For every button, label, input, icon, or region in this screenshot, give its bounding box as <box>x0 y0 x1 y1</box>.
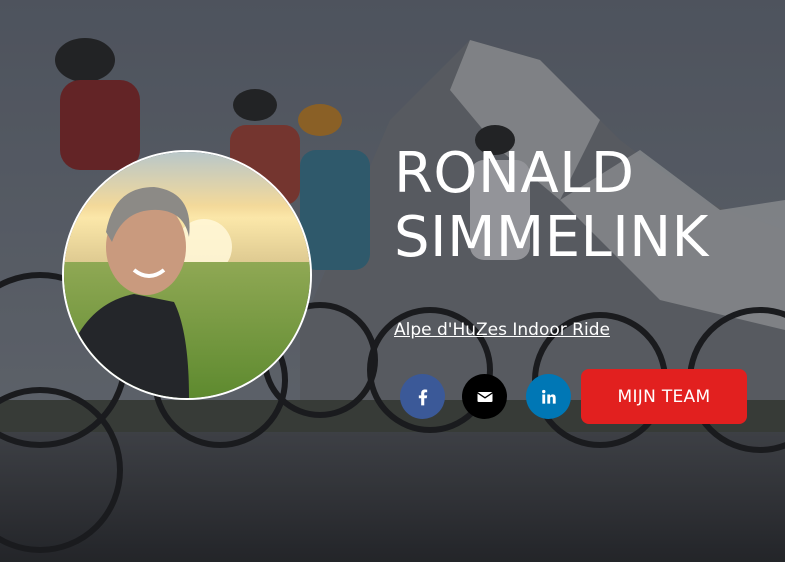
event-link[interactable]: Alpe d'HuZes Indoor Ride <box>394 320 610 340</box>
envelope-icon <box>476 391 493 402</box>
first-name: RONALD <box>394 141 635 206</box>
avatar <box>62 150 312 400</box>
linkedin-button[interactable] <box>526 374 571 419</box>
profile-name: RONALD SIMMELINK <box>394 142 709 270</box>
linkedin-icon <box>541 389 556 404</box>
my-team-button[interactable]: MIJN TEAM <box>581 369 747 424</box>
profile-photo <box>64 152 310 398</box>
email-button[interactable] <box>462 374 507 419</box>
facebook-button[interactable] <box>400 374 445 419</box>
last-name: SIMMELINK <box>394 205 709 270</box>
facebook-icon <box>418 389 427 405</box>
profile-hero: RONALD SIMMELINK Alpe d'HuZes Indoor Rid… <box>0 0 785 562</box>
